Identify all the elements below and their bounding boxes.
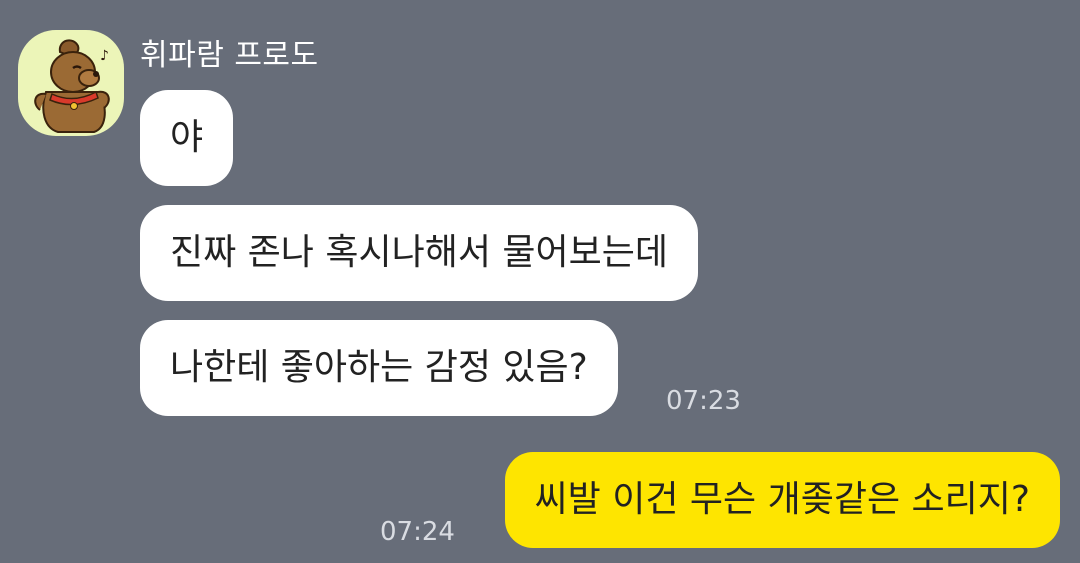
message-timestamp: 07:23 bbox=[666, 386, 741, 416]
message-text: 진짜 존나 혹시나해서 물어보는데 bbox=[170, 232, 669, 273]
message-text: 씨발 이건 무슨 개좆같은 소리지? bbox=[534, 479, 1030, 520]
outgoing-message-bubble[interactable]: 씨발 이건 무슨 개좆같은 소리지? bbox=[504, 452, 1060, 548]
message-text: 나한테 좋아하는 감정 있음? bbox=[170, 347, 588, 388]
sender-avatar[interactable]: ♪ bbox=[18, 30, 124, 136]
incoming-message-bubble[interactable]: 야 bbox=[140, 90, 234, 186]
frodo-dog-character-icon: ♪ bbox=[34, 39, 110, 133]
incoming-message-bubble[interactable]: 진짜 존나 혹시나해서 물어보는데 bbox=[140, 205, 699, 301]
message-timestamp: 07:24 bbox=[380, 517, 455, 547]
svg-text:♪: ♪ bbox=[100, 48, 109, 64]
message-text: 야 bbox=[170, 117, 204, 158]
sender-name: 휘파람 프로도 bbox=[140, 38, 319, 73]
chat-room: ♪ 휘파람 프로도 야 진짜 존나 혹시나해서 물어보는데 나한테 좋아하는 감… bbox=[0, 0, 1080, 563]
incoming-message-bubble[interactable]: 나한테 좋아하는 감정 있음? bbox=[140, 320, 618, 416]
